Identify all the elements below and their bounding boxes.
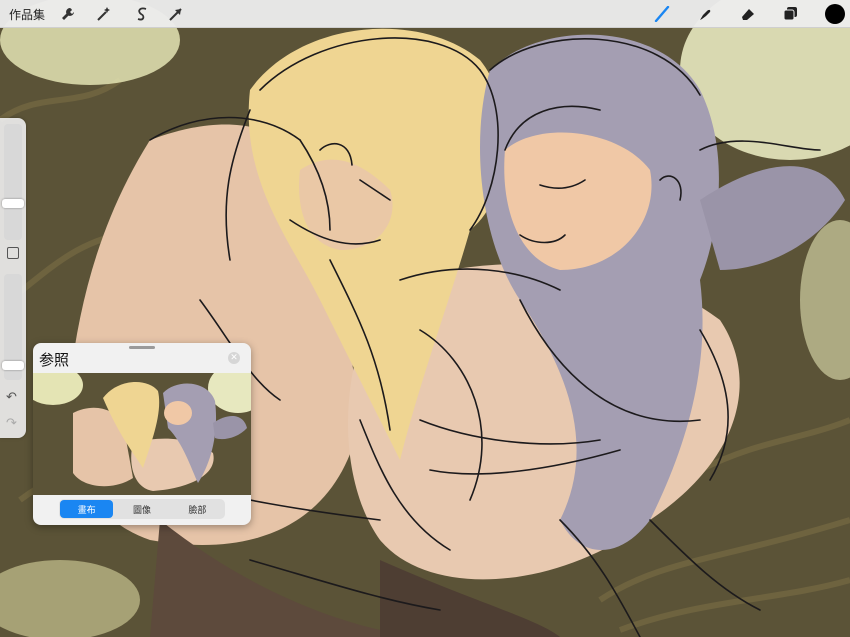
selection-s-icon[interactable] — [131, 3, 153, 25]
left-sidebar: ↶ ↷ — [0, 118, 26, 438]
layers-icon[interactable] — [780, 3, 802, 25]
tab-face[interactable]: 臉部 — [171, 500, 224, 518]
magic-wand-icon[interactable] — [92, 3, 114, 25]
eraser-icon[interactable] — [737, 3, 759, 25]
undo-icon[interactable]: ↶ — [6, 390, 17, 405]
tab-image[interactable]: 圖像 — [115, 500, 168, 518]
square-icon[interactable] — [7, 247, 19, 259]
panel-grip[interactable] — [129, 346, 155, 349]
close-icon[interactable]: ✕ — [228, 352, 240, 364]
opacity-thumb[interactable] — [2, 361, 24, 371]
reference-mode-tabs: 畫布 圖像 臉部 — [59, 499, 225, 519]
wrench-icon[interactable] — [57, 3, 79, 25]
arrow-cursor-icon[interactable] — [165, 3, 187, 25]
panel-title: 参照 — [39, 351, 70, 369]
smudge-icon[interactable] — [694, 3, 716, 25]
color-picker-button[interactable] — [825, 4, 845, 24]
gallery-button[interactable]: 作品集 — [9, 6, 45, 23]
brush-icon[interactable] — [651, 3, 673, 25]
reference-thumbnail — [33, 373, 251, 495]
redo-icon[interactable]: ↷ — [6, 416, 17, 431]
reference-panel[interactable]: 参照 ✕ 畫布 圖像 臉部 — [33, 343, 251, 525]
drawing-canvas[interactable] — [0, 0, 850, 637]
brush-size-slider[interactable] — [4, 124, 22, 240]
tab-canvas[interactable]: 畫布 — [60, 500, 114, 518]
top-toolbar: 作品集 — [0, 0, 850, 28]
brush-size-thumb[interactable] — [2, 198, 24, 208]
